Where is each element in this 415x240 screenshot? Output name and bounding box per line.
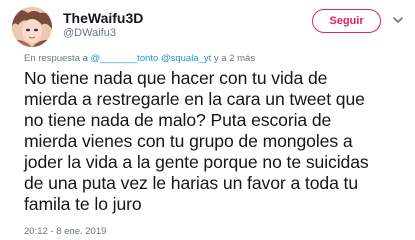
tweet-header: TheWaifu3D @DWaifu3 Seguir [0,0,415,50]
avatar-image [12,7,52,47]
tweet-text: No tiene nada que hacer con tu vida de m… [24,68,404,215]
avatar[interactable] [12,7,52,47]
tweet-line: joder la vida a la gente porque no te su… [24,152,369,172]
tweet-line: no tiene nada de malo? Puta escoria de [24,110,332,130]
display-name[interactable]: TheWaifu3D [63,10,143,26]
tweet-line: mierda vienes con tu grupo de mongoles a [24,131,353,151]
user-handle[interactable]: @DWaifu3 [63,27,116,39]
tweet-line: mierda a restregarle en la cara un tweet… [24,89,365,109]
reply-suffix[interactable]: y a 2 más [214,53,255,64]
tweet-line: famila te lo juro [24,194,142,214]
chevron-down-icon[interactable] [392,14,404,26]
tweet-timestamp[interactable]: 20:12 - 8 ene. 2019 [24,226,106,237]
reply-mention-2[interactable]: @squala_yt [161,53,211,64]
tweet-line: No tiene nada que hacer con tu vida de [24,68,328,88]
reply-mention-1[interactable]: @_______tonto [91,53,159,64]
reply-prefix: En respuesta a [24,53,88,64]
tweet-line: de una puta vez le harias un favor a tod… [24,173,359,193]
reply-context: En respuesta a @_______tonto @squala_yt … [24,53,255,64]
follow-button[interactable]: Seguir [312,9,381,33]
